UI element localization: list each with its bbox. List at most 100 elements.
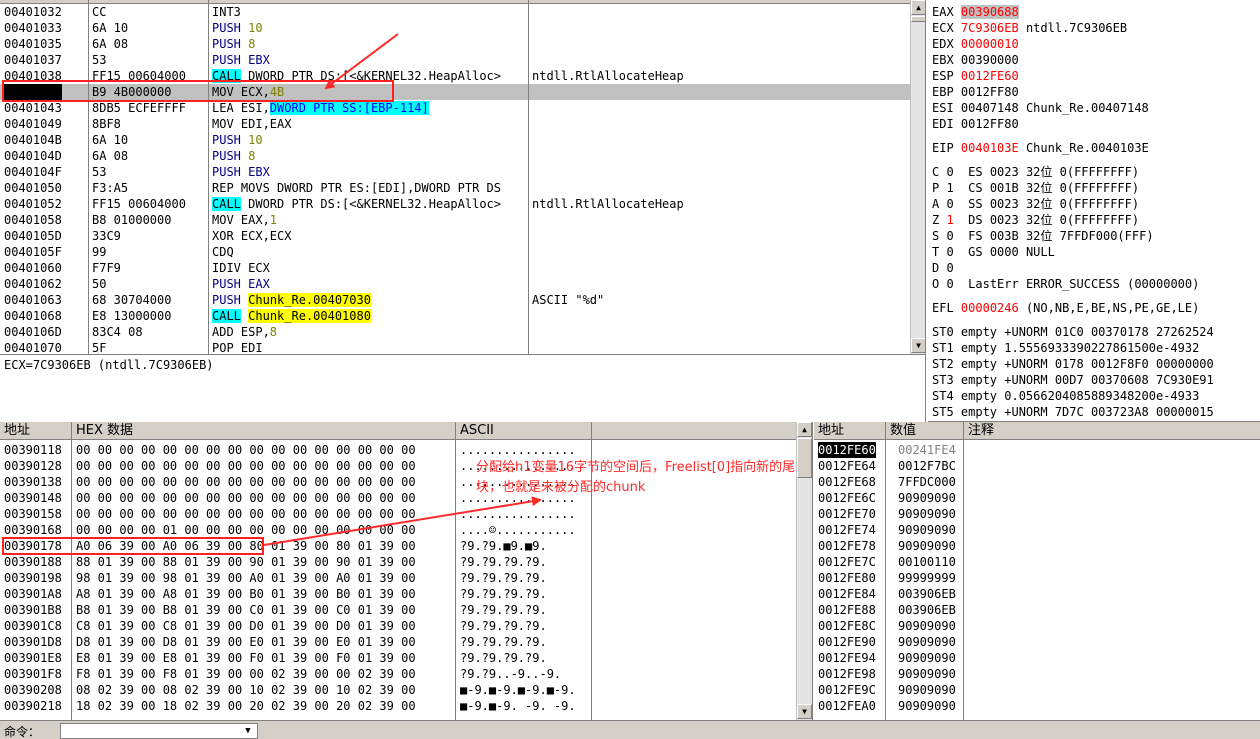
- disassembly-scrollbar[interactable]: ▲ ▼: [910, 0, 925, 354]
- disasm-hex: 8BF8: [92, 117, 121, 131]
- stack-row[interactable]: 0012FE9C 90909090: [814, 682, 1260, 698]
- disasm-row[interactable]: 00401060 F7F9 IDIV ECX: [0, 260, 910, 276]
- dump-row[interactable]: 00390208 08 02 39 00 08 02 39 00 10 02 39…: [0, 682, 796, 698]
- stack-row[interactable]: 0012FEA0 90909090: [814, 698, 1260, 714]
- disasm-row[interactable]: 00401058 B8 01000000 MOV EAX,1: [0, 212, 910, 228]
- disasm-address: 0040105D: [4, 229, 62, 243]
- dump-header-hex[interactable]: HEX 数据: [72, 422, 456, 440]
- dump-row[interactable]: 00390218 18 02 39 00 18 02 39 00 20 02 39…: [0, 698, 796, 714]
- disasm-row[interactable]: 00401052 FF15 00604000 CALL DWORD PTR DS:[…: [0, 196, 910, 212]
- disasm-row[interactable]: 0040104B 6A 10 PUSH 10: [0, 132, 910, 148]
- disasm-row[interactable]: 0040104D 6A 08 PUSH 8: [0, 148, 910, 164]
- stack-row[interactable]: 0012FE60 00241FE4: [814, 442, 1260, 458]
- register-value: 00407148: [960, 101, 1019, 115]
- register-row[interactable]: ESP 0012FE60: [932, 68, 1026, 84]
- stack-row[interactable]: 0012FE78 90909090: [814, 538, 1260, 554]
- scroll-down-arrow-icon[interactable]: ▼: [911, 338, 925, 353]
- dump-row[interactable]: 00390118 00 00 00 00 00 00 00 00 00 00 00…: [0, 442, 796, 458]
- disasm-row[interactable]: 00401049 8BF8 MOV EDI,EAX: [0, 116, 910, 132]
- disasm-row[interactable]: 00401038 FF15 00604000 CALL DWORD PTR DS:[…: [0, 68, 910, 84]
- dump-row[interactable]: 00390198 98 01 39 00 98 01 39 00 A0 01 39…: [0, 570, 796, 586]
- scroll-up-arrow-icon[interactable]: ▲: [911, 0, 925, 15]
- dump-row[interactable]: 003901D8 D8 01 39 00 D8 01 39 00 E0 01 39…: [0, 634, 796, 650]
- disasm-row[interactable]: 0040106D 83C4 08 ADD ESP,8: [0, 324, 910, 340]
- flag-row[interactable]: D 0: [932, 260, 968, 276]
- stack-row[interactable]: 0012FE6C 90909090: [814, 490, 1260, 506]
- disasm-row[interactable]: 00401043 8DB5 ECFEFFFF LEA ESI,DWORD PTR S…: [0, 100, 910, 116]
- disasm-row[interactable]: 0040105D 33C9 XOR ECX,ECX: [0, 228, 910, 244]
- stack-row[interactable]: 0012FE74 90909090: [814, 522, 1260, 538]
- dump-header-ascii[interactable]: ASCII: [456, 422, 592, 440]
- stack-row[interactable]: 0012FE84 003906EB: [814, 586, 1260, 602]
- flag-row[interactable]: T 0 GS 0000 NULL: [932, 244, 1055, 260]
- flag-row[interactable]: S 0 FS 003B 32位 7FFDF000(FFF): [932, 228, 1154, 244]
- disasm-row[interactable]: 0040103E B9 4B000000 MOV ECX,4B: [0, 84, 910, 100]
- dump-row[interactable]: 00390168 00 00 00 00 01 00 00 00 00 00 00…: [0, 522, 796, 538]
- disasm-address: 00401052: [4, 197, 62, 211]
- stack-header-comment[interactable]: 注释: [964, 422, 1260, 440]
- stack-pane[interactable]: 地址 数值 注释 0012FE60 00241FE4 0012FE64 0012F7B…: [814, 422, 1260, 720]
- flag-row[interactable]: P 1 CS 001B 32位 0(FFFFFFFF): [932, 180, 1139, 196]
- register-row[interactable]: EDI 0012FF80: [932, 116, 1026, 132]
- disasm-address: 0040104D: [4, 149, 62, 163]
- dump-row[interactable]: 003901C8 C8 01 39 00 C8 01 39 00 D0 01 39…: [0, 618, 796, 634]
- disassembly-pane[interactable]: 00401032 CC INT3 00401033 6A 10 PUSH 10 004010…: [0, 0, 926, 354]
- register-row[interactable]: EBX 00390000: [932, 52, 1026, 68]
- disasm-address: 00401033: [4, 21, 62, 35]
- flag-row[interactable]: O 0 LastErr ERROR_SUCCESS (00000000): [932, 276, 1199, 292]
- disasm-row[interactable]: 00401033 6A 10 PUSH 10: [0, 20, 910, 36]
- register-row[interactable]: EAX 00390688: [932, 4, 1026, 20]
- instruction-part: 8: [248, 37, 256, 51]
- scroll-thumb[interactable]: [911, 16, 925, 22]
- disasm-row[interactable]: 00401062 50 PUSH EAX: [0, 276, 910, 292]
- stack-address: 0012FE98: [818, 667, 876, 681]
- disasm-row[interactable]: 0040104F 53 PUSH EBX: [0, 164, 910, 180]
- flag-value: 0: [946, 165, 954, 179]
- dump-row[interactable]: 003901E8 E8 01 39 00 E8 01 39 00 F0 01 39…: [0, 650, 796, 666]
- disasm-row[interactable]: 00401070 5F POP EDI: [0, 340, 910, 354]
- stack-value: 00241FE4: [898, 443, 956, 457]
- disasm-row[interactable]: 00401050 F3:A5 REP MOVS DWORD PTR ES:[EDI]…: [0, 180, 910, 196]
- stack-row[interactable]: 0012FE98 90909090: [814, 666, 1260, 682]
- stack-row[interactable]: 0012FE7C 00100110: [814, 554, 1260, 570]
- dump-row[interactable]: 00390178 A0 06 39 00 A0 06 39 00 80 01 39…: [0, 538, 796, 554]
- dump-row[interactable]: 00390188 88 01 39 00 88 01 39 00 90 01 39…: [0, 554, 796, 570]
- dump-row[interactable]: 003901A8 A8 01 39 00 A8 01 39 00 B0 01 39…: [0, 586, 796, 602]
- scroll-up-arrow-icon[interactable]: ▲: [797, 422, 812, 437]
- register-row[interactable]: EIP 0040103E Chunk_Re.0040103E: [932, 140, 1149, 156]
- fpu-register-row: ST3 empty +UNORM 00D7 00370608 7C930E91: [932, 373, 1214, 387]
- registers-pane[interactable]: EAX 00390688 ECX 7C9306EB ntdll.7C9306EB…: [928, 0, 1260, 422]
- command-input[interactable]: [60, 723, 258, 739]
- register-row[interactable]: ECX 7C9306EB ntdll.7C9306EB: [932, 20, 1127, 36]
- stack-header-value[interactable]: 数值: [886, 422, 964, 440]
- stack-header-address[interactable]: 地址: [814, 422, 886, 440]
- register-row[interactable]: ESI 00407148 Chunk_Re.00407148: [932, 100, 1149, 116]
- dump-row[interactable]: 003901F8 F8 01 39 00 F8 01 39 00 00 02 39…: [0, 666, 796, 682]
- disasm-row[interactable]: 00401068 E8 13000000 CALL Chunk_Re.0040108…: [0, 308, 910, 324]
- stack-row[interactable]: 0012FE70 90909090: [814, 506, 1260, 522]
- disasm-row[interactable]: 00401037 53 PUSH EBX: [0, 52, 910, 68]
- stack-row[interactable]: 0012FE90 90909090: [814, 634, 1260, 650]
- stack-row[interactable]: 0012FE80 99999999: [814, 570, 1260, 586]
- flag-row[interactable]: C 0 ES 0023 32位 0(FFFFFFFF): [932, 164, 1139, 180]
- dump-header-address[interactable]: 地址: [0, 422, 72, 440]
- stack-row[interactable]: 0012FE64 0012F7BC: [814, 458, 1260, 474]
- flag-row[interactable]: Z 1 DS 0023 32位 0(FFFFFFFF): [932, 212, 1139, 228]
- disasm-row[interactable]: 0040105F 99 CDQ: [0, 244, 910, 260]
- stack-row[interactable]: 0012FE88 003906EB: [814, 602, 1260, 618]
- scroll-down-arrow-icon[interactable]: ▼: [797, 704, 812, 719]
- dump-row[interactable]: 00390158 00 00 00 00 00 00 00 00 00 00 00…: [0, 506, 796, 522]
- chevron-down-icon[interactable]: ▼: [240, 724, 256, 738]
- disasm-row[interactable]: 00401032 CC INT3: [0, 4, 910, 20]
- disasm-row[interactable]: 00401035 6A 08 PUSH 8: [0, 36, 910, 52]
- stack-row[interactable]: 0012FE68 7FFDC000: [814, 474, 1260, 490]
- disasm-address: 00401038: [4, 69, 62, 83]
- column-divider: [455, 440, 456, 720]
- register-row[interactable]: EBP 0012FF80: [932, 84, 1026, 100]
- stack-row[interactable]: 0012FE8C 90909090: [814, 618, 1260, 634]
- dump-row[interactable]: 003901B8 B8 01 39 00 B8 01 39 00 C0 01 39…: [0, 602, 796, 618]
- flag-row[interactable]: A 0 SS 0023 32位 0(FFFFFFFF): [932, 196, 1139, 212]
- stack-row[interactable]: 0012FE94 90909090: [814, 650, 1260, 666]
- register-row[interactable]: EDX 00000010: [932, 36, 1026, 52]
- disasm-row[interactable]: 00401063 68 30704000 PUSH Chunk_Re.0040703…: [0, 292, 910, 308]
